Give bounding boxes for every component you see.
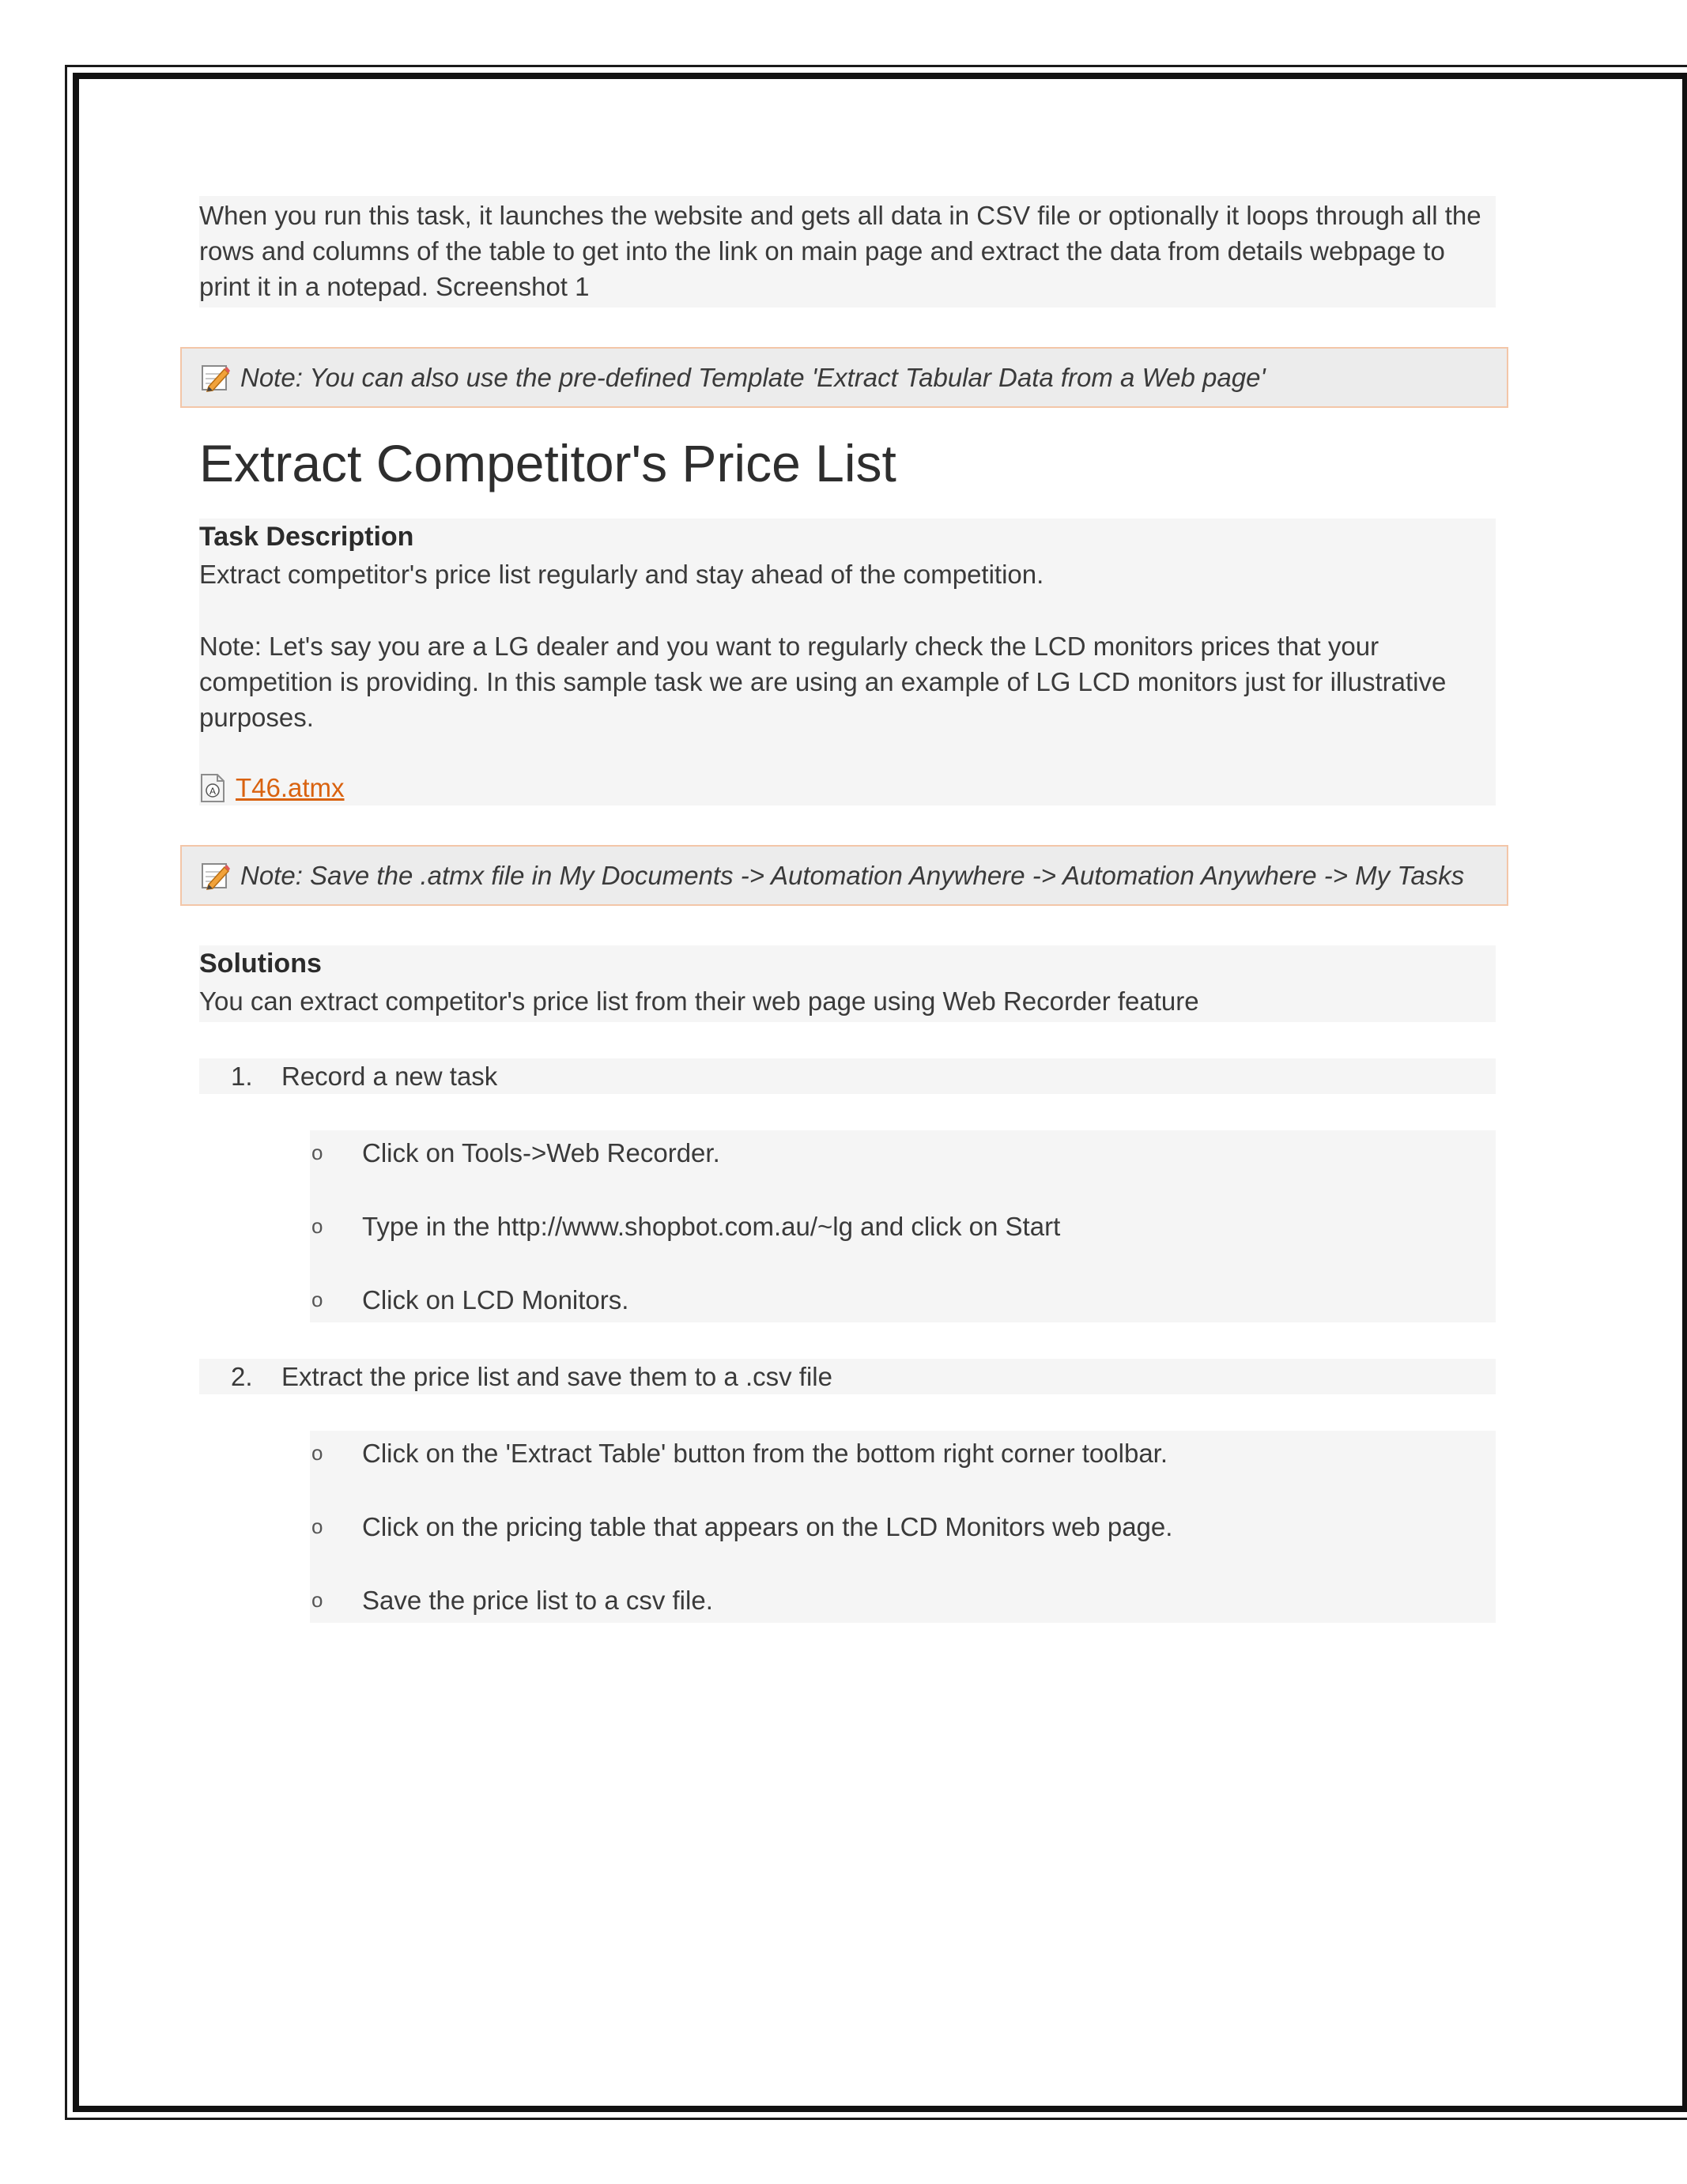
note-template-text: Note: You can also use the pre-defined T… [240, 363, 1266, 392]
note-save-text: Note: Save the .atmx file in My Document… [240, 861, 1465, 890]
file-icon: A [199, 773, 226, 803]
bullet-icon: o [311, 1141, 323, 1164]
step-1: 1. Record a new task [199, 1058, 1496, 1094]
bullet-icon: o [311, 1514, 323, 1538]
list-item: o Click on the 'Extract Table' button fr… [310, 1435, 1496, 1471]
attachment-row: A T46.atmx [199, 770, 1496, 805]
step-label: Extract the price list and save them to … [281, 1362, 832, 1391]
bullet-icon: o [311, 1588, 323, 1612]
step-1-substeps: o Click on Tools->Web Recorder. o Type i… [310, 1130, 1496, 1322]
step-2-substeps: o Click on the 'Extract Table' button fr… [310, 1431, 1496, 1623]
solutions-section: Solutions You can extract competitor's p… [199, 945, 1496, 1022]
list-item: o Save the price list to a csv file. [310, 1582, 1496, 1618]
substep-text: Click on Tools->Web Recorder. [362, 1138, 720, 1167]
step-2: 2. Extract the price list and save them … [199, 1359, 1496, 1394]
attachment-link[interactable]: T46.atmx [236, 770, 345, 805]
task-description-section: Task Description Extract competitor's pr… [199, 519, 1496, 805]
substep-text: Click on the 'Extract Table' button from… [362, 1439, 1168, 1468]
list-item: o Type in the http://www.shopbot.com.au/… [310, 1209, 1496, 1244]
solutions-heading: Solutions [199, 949, 322, 979]
list-item: o Click on the pricing table that appear… [310, 1509, 1496, 1545]
pencil-note-icon [201, 363, 231, 393]
substep-text: Click on LCD Monitors. [362, 1285, 629, 1315]
svg-text:A: A [209, 786, 216, 797]
substep-text: Type in the http://www.shopbot.com.au/~l… [362, 1212, 1061, 1241]
task-description-summary: Extract competitor's price list regularl… [199, 560, 1044, 589]
page-title: Extract Competitor's Price List [199, 434, 896, 492]
bullet-icon: o [311, 1214, 323, 1238]
task-description-heading: Task Description [199, 522, 414, 552]
document-content: When you run this task, it launches the … [180, 196, 1508, 1623]
step-number: 2. [231, 1362, 253, 1391]
intro-paragraph: When you run this task, it launches the … [199, 196, 1496, 307]
step-number: 1. [231, 1062, 253, 1091]
task-description-note: Note: Let's say you are a LG dealer and … [199, 632, 1447, 732]
bullet-icon: o [311, 1288, 323, 1311]
step-label: Record a new task [281, 1062, 498, 1091]
list-item: o Click on Tools->Web Recorder. [310, 1135, 1496, 1171]
list-item: o Click on LCD Monitors. [310, 1282, 1496, 1318]
note-save-box: Note: Save the .atmx file in My Document… [180, 845, 1508, 906]
substep-text: Click on the pricing table that appears … [362, 1512, 1173, 1541]
bullet-icon: o [311, 1441, 323, 1465]
pencil-note-icon [201, 861, 231, 891]
substep-text: Save the price list to a csv file. [362, 1586, 713, 1615]
note-template-box: Note: You can also use the pre-defined T… [180, 347, 1508, 408]
solutions-summary: You can extract competitor's price list … [199, 986, 1199, 1016]
